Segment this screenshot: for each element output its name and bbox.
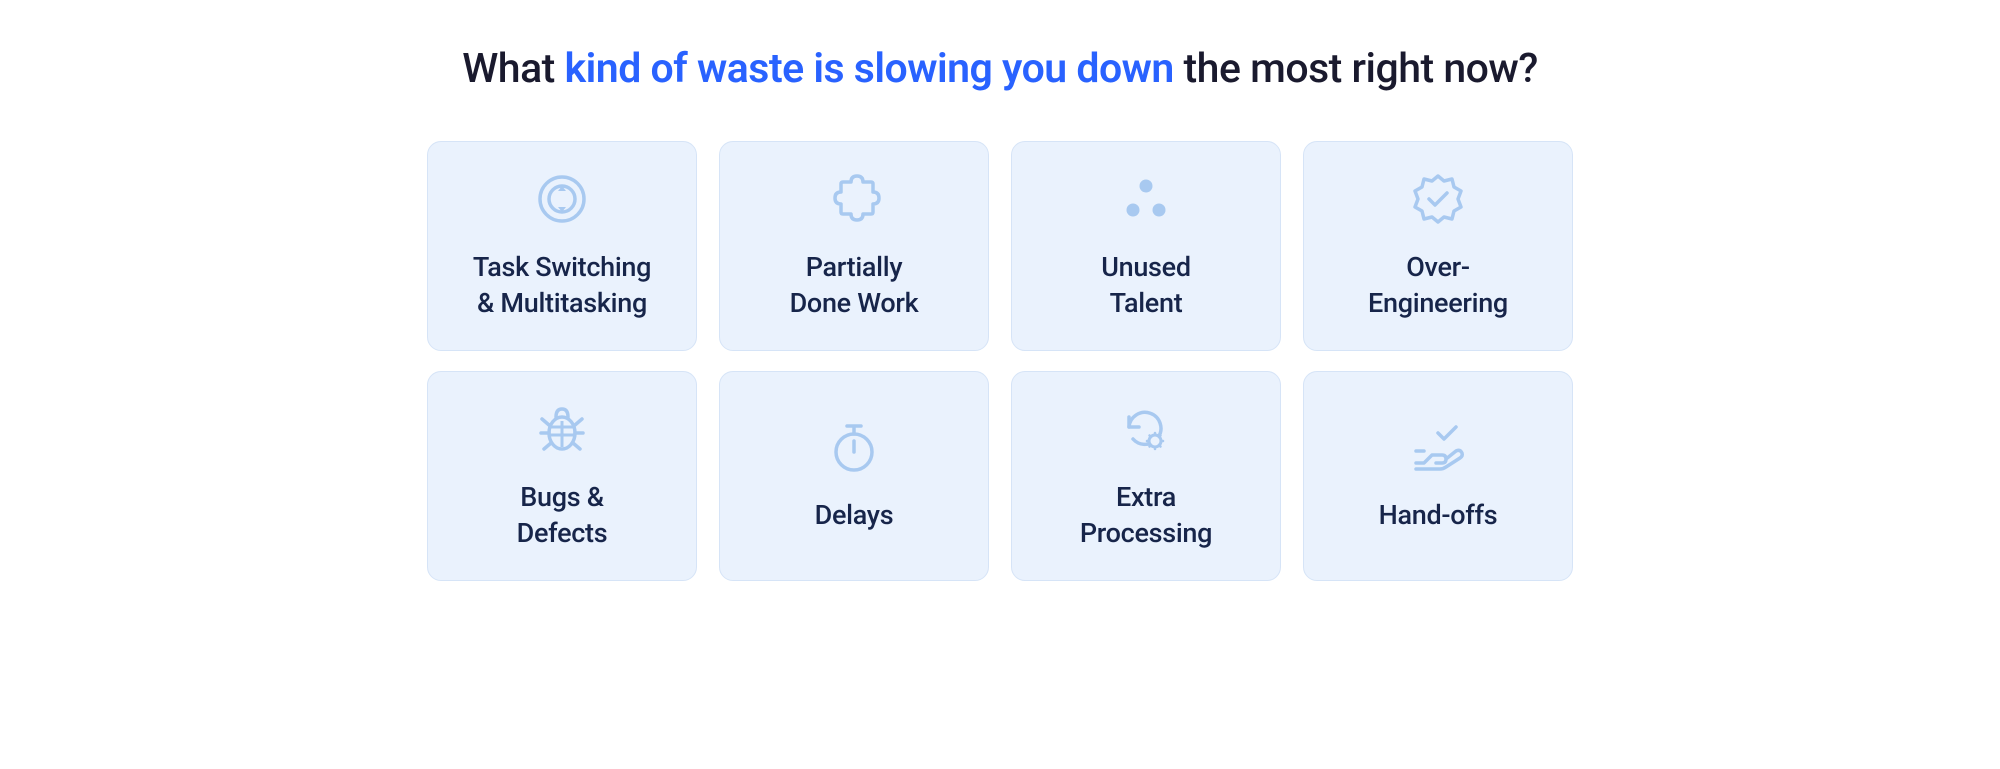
card-label: Bugs & Defects xyxy=(517,479,608,552)
heading-prefix: What xyxy=(462,45,564,93)
page-heading: What kind of waste is slowing you down t… xyxy=(462,45,1538,93)
puzzle-icon xyxy=(826,171,882,227)
card-delays[interactable]: Delays xyxy=(719,371,989,581)
stopwatch-icon xyxy=(826,419,882,475)
reprocess-icon xyxy=(1118,401,1174,457)
card-grid: Task Switching & Multitasking Partially … xyxy=(427,141,1573,581)
card-label: Delays xyxy=(815,497,894,533)
card-partially-done-work[interactable]: Partially Done Work xyxy=(719,141,989,351)
card-unused-talent[interactable]: Unused Talent xyxy=(1011,141,1281,351)
bug-icon xyxy=(534,401,590,457)
card-label: Task Switching & Multitasking xyxy=(473,249,651,322)
card-task-switching[interactable]: Task Switching & Multitasking xyxy=(427,141,697,351)
handoff-icon xyxy=(1410,419,1466,475)
heading-suffix: the most right now? xyxy=(1174,45,1538,93)
card-bugs-defects[interactable]: Bugs & Defects xyxy=(427,371,697,581)
refresh-circle-icon xyxy=(534,171,590,227)
badge-check-icon xyxy=(1410,171,1466,227)
heading-highlight: kind of waste is slowing you down xyxy=(565,45,1174,93)
card-label: Extra Processing xyxy=(1080,479,1212,552)
card-label: Hand-offs xyxy=(1379,497,1498,533)
dots-icon xyxy=(1118,171,1174,227)
card-label: Over- Engineering xyxy=(1368,249,1508,322)
card-extra-processing[interactable]: Extra Processing xyxy=(1011,371,1281,581)
card-hand-offs[interactable]: Hand-offs xyxy=(1303,371,1573,581)
card-label: Partially Done Work xyxy=(790,249,919,322)
card-label: Unused Talent xyxy=(1101,249,1190,322)
card-over-engineering[interactable]: Over- Engineering xyxy=(1303,141,1573,351)
